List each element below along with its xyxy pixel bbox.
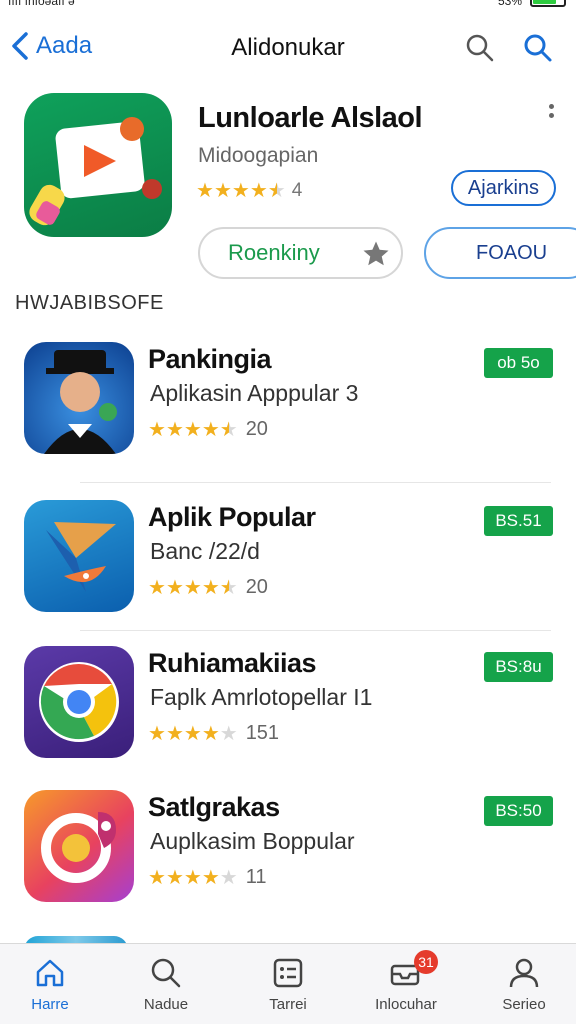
app-description: Aplikasin Apppular 3 [150, 380, 359, 406]
price-button[interactable]: BS.51 [484, 506, 553, 536]
app-rating: ★★★★★ 11 [148, 865, 266, 890]
tab-bar: Harre Nadue Tarrei 31 Inlocuhar Serieo [0, 943, 576, 1024]
star-icon: ★ [201, 867, 220, 889]
star-icon: ★ [165, 577, 184, 599]
star-icon: ★ [148, 867, 166, 889]
app-rating: ★★★★★ 20 [148, 417, 268, 442]
rating-count: 20 [245, 576, 268, 598]
app-name: Satlgrakas [148, 792, 280, 822]
star-icon: ★ [148, 577, 166, 599]
more-options-icon[interactable] [546, 104, 556, 128]
star-icon: ★ [201, 419, 220, 441]
app-name: Pankingia [148, 344, 272, 374]
tab-label: Tarrei [269, 996, 307, 1013]
star-icon: ★ [219, 419, 238, 441]
star-icon: ★ [249, 180, 268, 202]
rating-count: 11 [245, 866, 267, 888]
featured-blue-pill[interactable]: Ajarkins [451, 170, 556, 206]
tab-inbox[interactable]: 31 Inlocuhar [356, 950, 456, 1013]
star-icon [363, 241, 389, 266]
app-name: Aplik Popular [148, 502, 316, 532]
app-description: Banc /22/d [150, 538, 260, 564]
featured-app: Lunloarle Alslaol Midoogapian ★★★★★ 4 Aj… [0, 90, 576, 290]
star-icon: ★ [219, 867, 238, 889]
featured-green-pill[interactable]: Roenkiny [198, 227, 403, 279]
featured-rating: ★★★★★ 4 [196, 178, 302, 203]
star-icon: ★ [213, 180, 232, 202]
notification-badge: 31 [414, 950, 438, 974]
star-icon: ★ [165, 419, 184, 441]
star-rating: ★★★★★ [148, 575, 238, 600]
star-icon: ★ [165, 723, 184, 745]
star-rating: ★★★★★ [148, 417, 238, 442]
tab-list[interactable]: Tarrei [238, 956, 338, 1013]
tab-home[interactable]: Harre [0, 956, 100, 1013]
app-name: Ruhiamakiias [148, 648, 317, 678]
star-icon: ★ [183, 577, 202, 599]
battery-icon [530, 0, 566, 7]
star-icon: ★ [231, 180, 250, 202]
tab-label: Harre [31, 996, 69, 1013]
app-description: Auplkasim Boppular [150, 828, 355, 854]
list-item[interactable]: Satlgrakas Auplkasim Boppular ★★★★★ 11 B… [0, 790, 576, 930]
divider [80, 630, 551, 631]
tab-label: Nadue [143, 996, 189, 1013]
tab-search[interactable]: Nadue [116, 956, 216, 1013]
nav-bar: Aada Alidonukar [0, 22, 576, 74]
plane-icon [24, 500, 134, 612]
status-signal: ıııı ınıoǝaıı ǝ [8, 0, 75, 8]
home-icon [36, 959, 64, 987]
price-button[interactable]: BS:8u [484, 652, 553, 682]
list-item[interactable]: Pankingia Aplikasin Apppular 3 ★★★★★ 20 … [0, 342, 576, 482]
battery-percent: 53% [497, 0, 522, 8]
star-icon: ★ [183, 867, 202, 889]
featured-secondary-pill[interactable]: FOAOU [424, 227, 576, 279]
star-icon: ★ [219, 577, 238, 599]
tab-label: Serieo [502, 996, 546, 1013]
featured-subtitle: Midoogapian [198, 144, 319, 167]
status-bar: ıııı ınıoǝaıı ǝ 53% [0, 0, 576, 14]
star-icon: ★ [183, 723, 202, 745]
star-icon: ★ [219, 723, 238, 745]
green-pill-label: Roenkiny [228, 240, 320, 265]
star-icon: ★ [183, 419, 202, 441]
camera-icon [24, 790, 134, 902]
video-play-icon [29, 117, 162, 226]
battery-fill [533, 0, 556, 4]
star-icon: ★ [201, 577, 220, 599]
rating-count: 4 [291, 179, 303, 201]
star-icon: ★ [201, 723, 220, 745]
star-rating: ★★★★★ [148, 865, 238, 890]
app-rating: ★★★★★ 151 [148, 721, 279, 746]
tab-profile[interactable]: Serieo [474, 956, 574, 1013]
star-icon: ★ [148, 419, 166, 441]
list-item[interactable]: Aplik Popular Banc /22/d ★★★★★ 20 BS.51 [0, 500, 576, 640]
tab-label: Inlocuhar [375, 996, 437, 1013]
price-button[interactable]: ob 5o [484, 348, 553, 378]
app-rating: ★★★★★ 20 [148, 575, 268, 600]
list-icon [273, 958, 303, 988]
search-icon [151, 958, 181, 988]
star-icon: ★ [148, 723, 166, 745]
featured-title: Lunloarle Alslaol [198, 102, 423, 134]
search-icon[interactable] [464, 32, 496, 64]
star-icon: ★ [196, 180, 214, 202]
search-icon[interactable] [522, 32, 554, 64]
star-rating: ★★★★★ [196, 178, 286, 203]
star-rating: ★★★★★ [148, 721, 238, 746]
avatar-icon [24, 342, 134, 454]
price-button[interactable]: BS:50 [484, 796, 553, 826]
rating-count: 151 [245, 722, 280, 744]
person-icon [509, 958, 539, 988]
section-header: HWJABIBSOFE [15, 292, 164, 314]
list-item[interactable]: Ruhiamakiias Faplk Amrlotopellar I1 ★★★★… [0, 646, 576, 786]
featured-app-icon[interactable] [24, 93, 172, 237]
rating-count: 20 [245, 418, 268, 440]
status-right: 53% [498, 0, 566, 8]
app-description: Faplk Amrlotopellar I1 [150, 684, 373, 710]
divider [80, 482, 551, 483]
star-icon: ★ [165, 867, 184, 889]
star-icon: ★ [267, 180, 286, 202]
browser-icon [24, 646, 134, 758]
